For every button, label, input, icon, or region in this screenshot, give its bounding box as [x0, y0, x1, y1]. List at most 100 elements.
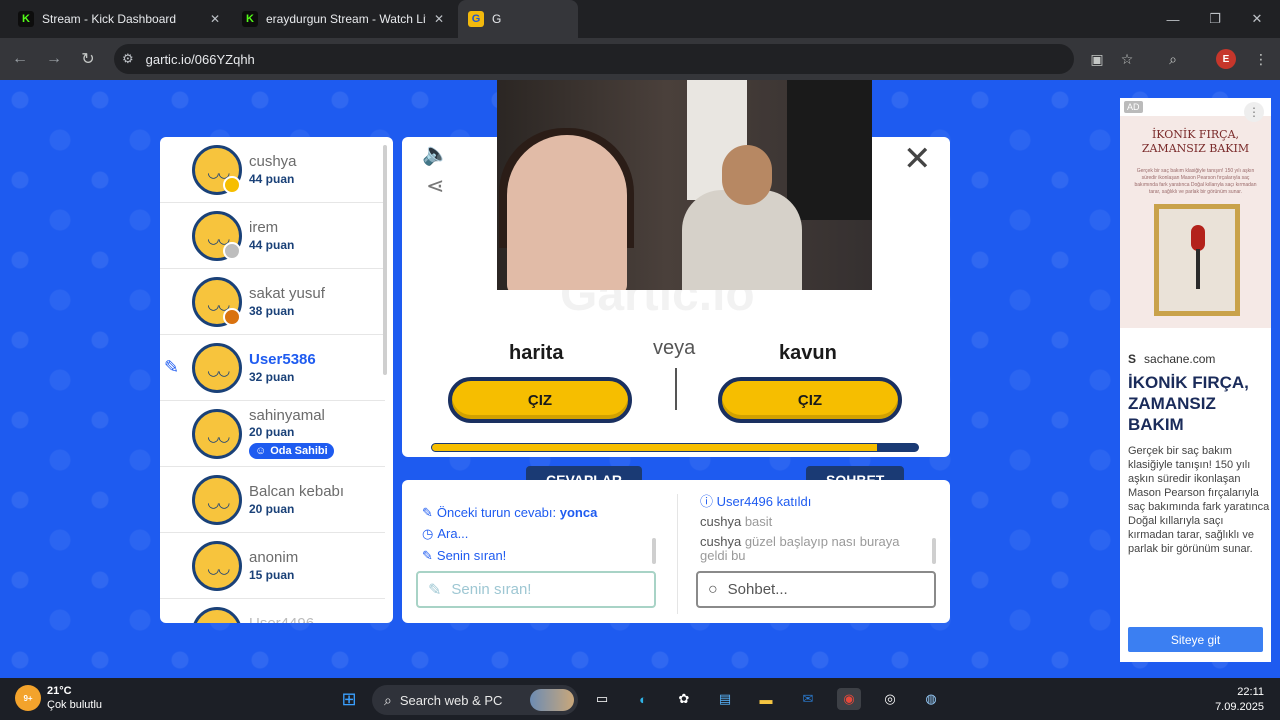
avatar: ◡◡ [192, 211, 242, 261]
chatgpt-icon[interactable]: ✿ [672, 688, 696, 710]
taskbar-search[interactable]: ⌕ Search web & PC [372, 685, 578, 715]
tab-search-icon[interactable]: ⌕ [1162, 49, 1184, 69]
cast-icon[interactable]: ▣ [1086, 49, 1108, 69]
avatar: ◡◡ [192, 409, 242, 459]
panel-divider [677, 494, 678, 614]
pencil-icon: ✎ [422, 548, 433, 563]
player-name: irem [249, 219, 279, 236]
reload-icon[interactable]: ↻ [76, 47, 100, 71]
players-list: ◡◡ cushya 44 puan ◡◡ irem 44 puan ◡◡ sak… [160, 137, 393, 623]
word-option-left: harita [509, 342, 564, 364]
close-icon[interactable]: ✕ [903, 139, 932, 179]
app-icon[interactable]: ◍ [919, 688, 943, 710]
weather-icon: 9+ [15, 685, 41, 711]
clock-date: 7.09.2025 [1215, 701, 1264, 713]
window-close-icon[interactable]: ✕ [1234, 0, 1280, 38]
ad-hero-title: İKONİK FIRÇA, ZAMANSIZ BAKIM [1141, 128, 1250, 155]
store-icon[interactable]: ▤ [713, 688, 737, 710]
players-scrollbar[interactable] [383, 145, 387, 375]
sound-icon[interactable]: 🔈 [422, 141, 449, 167]
room-owner-badge: ☺ Oda Sahibi [249, 443, 334, 459]
forward-arrow-icon[interactable]: → [42, 47, 66, 71]
answer-input[interactable]: ✎ Senin sıran! [416, 571, 656, 608]
menu-kebab-icon[interactable]: ⋮ [1250, 49, 1272, 69]
tab-kick-stream[interactable]: K eraydurgun Stream - Watch Live ✕ [232, 0, 454, 38]
outlook-icon[interactable]: ✉ [796, 688, 820, 710]
share-icon[interactable]: ⋖ [426, 173, 444, 199]
draw-right-button[interactable]: ÇIZ [718, 377, 902, 423]
player-row[interactable]: ◡◡ User4496 [160, 599, 385, 623]
player-name: sahinyamal [249, 407, 325, 424]
chrome-icon[interactable]: ◉ [837, 688, 861, 710]
search-highlight-image [530, 689, 574, 711]
avatar: ◡◡ [192, 145, 242, 195]
player-row[interactable]: ◡◡ cushya 44 puan [160, 137, 385, 203]
ad-hero-text: Gerçek bir saç bakım klasiğiyle tanışın!… [1134, 168, 1257, 195]
avatar: ◡◡ [192, 541, 242, 591]
site-settings-icon[interactable]: ⚙ [122, 51, 134, 67]
player-row[interactable]: ◡◡ sakat yusuf 38 puan [160, 269, 385, 335]
level-badge [223, 176, 241, 194]
chat-message: cushya güzel başlayıp nası buraya geldi … [700, 534, 900, 563]
address-bar[interactable]: ⚙ gartic.io/066YZqhh [114, 44, 1074, 74]
player-row[interactable]: ◡◡ irem 44 puan [160, 203, 385, 269]
pencil-icon: ✎ [422, 505, 433, 520]
ad-cta-button[interactable]: Siteye git [1128, 627, 1263, 652]
ad-body: Gerçek bir saç bakım klasiğiyle tanışın!… [1128, 445, 1270, 555]
chat-scrollbar[interactable] [932, 538, 936, 564]
player-points: 20 puan [249, 502, 295, 516]
file-explorer-icon[interactable]: ▬ [754, 688, 778, 710]
interval-line: ◷ Ara... [422, 526, 469, 541]
player-name: sakat yusuf [249, 285, 325, 302]
tab-kick-dashboard[interactable]: K Stream - Kick Dashboard ✕ [8, 0, 230, 38]
close-tab-icon[interactable]: ✕ [434, 12, 444, 26]
gartic-icon: G [468, 11, 484, 27]
word-option-right: kavun [779, 342, 837, 364]
info-icon: ⓘ [700, 494, 714, 509]
player-row-current-drawer[interactable]: ✎ ◡◡ User5386 32 puan [160, 335, 385, 401]
edge-icon[interactable]: ◐ [631, 688, 655, 710]
avatar: ◡◡ [192, 343, 242, 393]
minimize-icon[interactable]: — [1150, 0, 1196, 38]
ad-label: AD [1124, 101, 1143, 113]
back-arrow-icon[interactable]: ← [8, 47, 32, 71]
system-clock[interactable]: 22:11 7.09.2025 [1208, 685, 1264, 715]
close-tab-icon[interactable]: ✕ [210, 12, 220, 26]
avatar: ◡◡ [192, 475, 242, 525]
advertisement[interactable]: İKONİK FIRÇA, ZAMANSIZ BAKIM Gerçek bir … [1120, 98, 1271, 662]
profile-avatar[interactable]: E [1216, 49, 1236, 69]
player-row[interactable]: ◡◡ anonim 15 puan [160, 533, 385, 599]
player-points: 32 puan [249, 370, 295, 384]
webcam-overlay [497, 80, 872, 290]
gartic-page: ◡◡ cushya 44 puan ◡◡ irem 44 puan ◡◡ sak… [0, 80, 1280, 678]
obs-icon[interactable]: ◎ [878, 688, 902, 710]
ad-options-icon[interactable]: ⋮ [1244, 102, 1264, 122]
tab-gartic[interactable]: G G [458, 0, 578, 38]
windows-start-icon[interactable]: ⊞ [337, 688, 361, 710]
task-view-icon[interactable]: ▭ [590, 688, 614, 710]
answers-scrollbar[interactable] [652, 538, 656, 564]
weather-widget[interactable]: 9+ 21°C Çok bulutlu [15, 684, 102, 712]
tab-title: G [492, 12, 502, 26]
tab-title: Stream - Kick Dashboard [42, 12, 177, 26]
timer-fill [432, 444, 877, 451]
clock-icon: ◷ [422, 526, 434, 541]
ad-hero-image[interactable]: İKONİK FIRÇA, ZAMANSIZ BAKIM Gerçek bir … [1120, 116, 1271, 328]
chat-message-join: ⓘ User4496 katıldı [700, 494, 812, 509]
weather-desc: Çok bulutlu [47, 699, 103, 711]
clock-time: 22:11 [1237, 686, 1264, 698]
player-name: cushya [249, 153, 297, 170]
weather-temp: 21°C [47, 685, 72, 697]
search-icon: ⌕ [384, 691, 392, 708]
chat-input[interactable]: ○ Sohbet... [696, 571, 936, 608]
player-row[interactable]: ◡◡ sahinyamal 20 puan ☺ Oda Sahibi [160, 401, 385, 467]
maximize-icon[interactable]: ❐ [1192, 0, 1238, 38]
player-points: 44 puan [249, 238, 295, 252]
level-badge [223, 242, 241, 260]
bookmark-star-icon[interactable]: ☆ [1116, 49, 1138, 69]
player-points: 38 puan [249, 304, 295, 318]
player-row[interactable]: ◡◡ Balcan kebabı 20 puan [160, 467, 385, 533]
draw-left-button[interactable]: ÇIZ [448, 377, 632, 423]
ad-site[interactable]: Ssachane.com [1128, 352, 1215, 366]
avatar: ◡◡ [192, 607, 242, 623]
